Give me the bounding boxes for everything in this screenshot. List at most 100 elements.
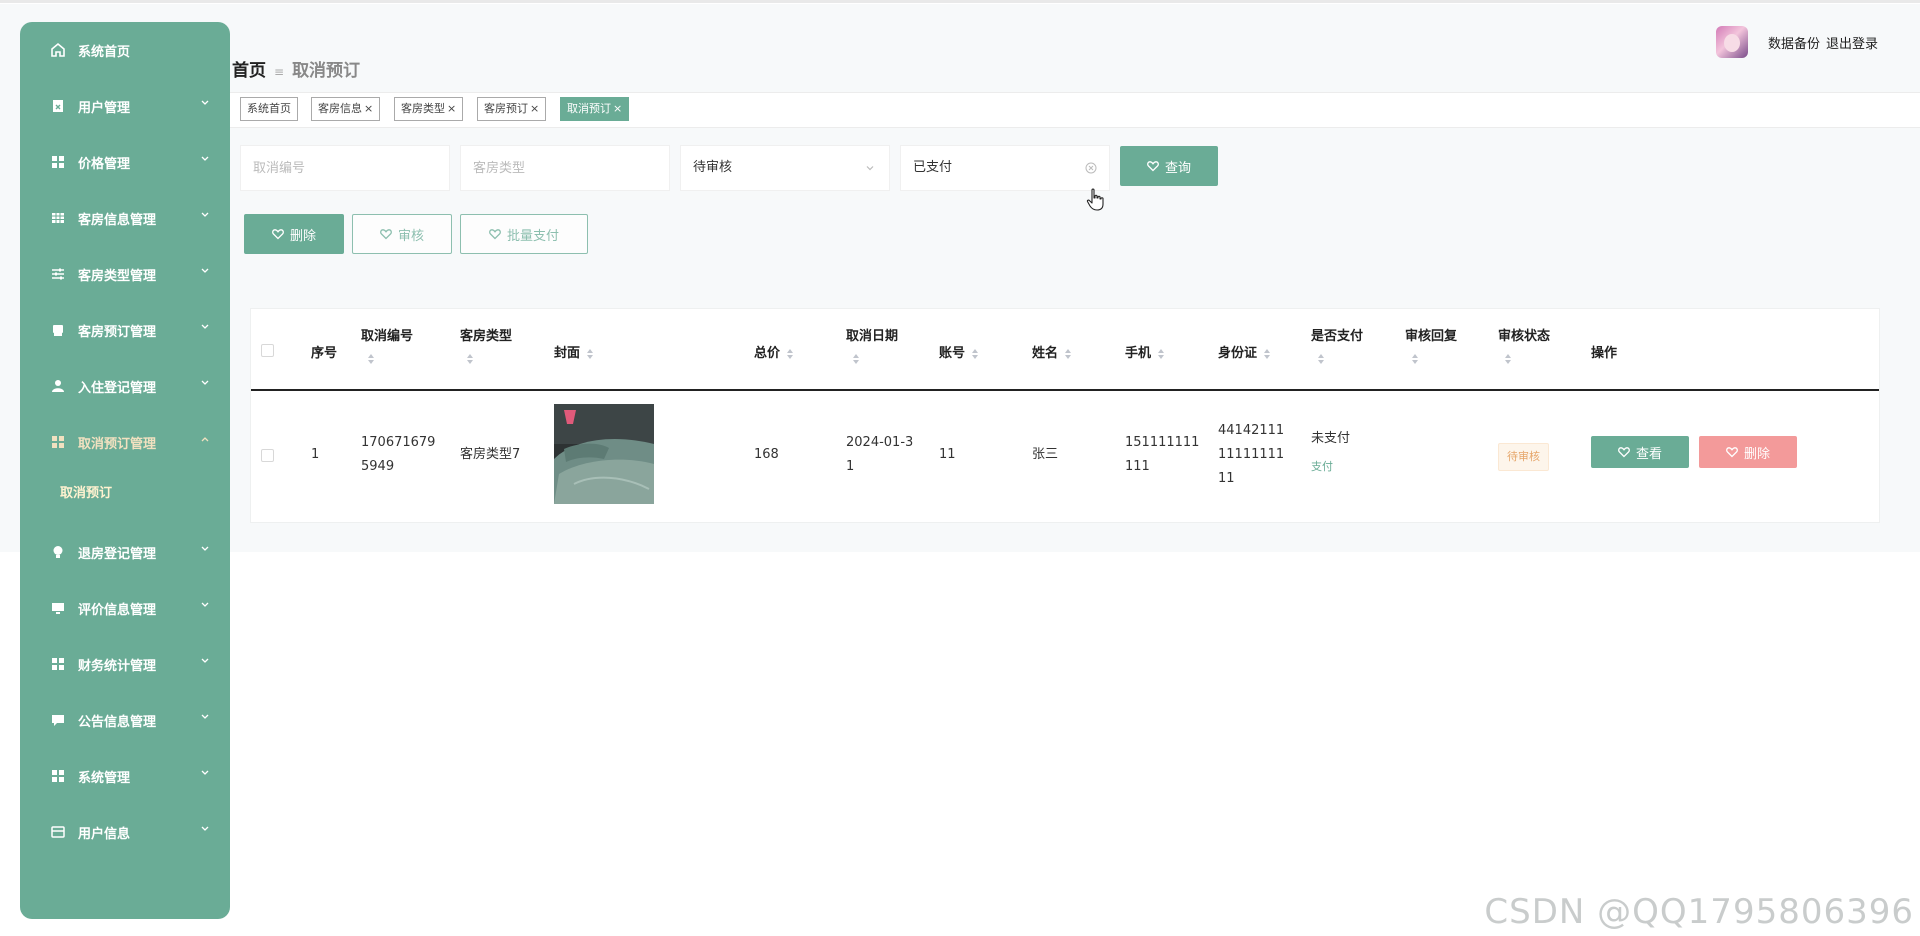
room-type-field xyxy=(460,145,670,191)
top-border xyxy=(0,0,1920,3)
chevron-down-icon xyxy=(200,98,210,108)
batch-pay-label: 批量支付 xyxy=(506,228,559,244)
cell-phone: 151111111 111 xyxy=(1125,431,1199,479)
select-all-checkbox[interactable] xyxy=(261,344,274,357)
sort-icon[interactable] xyxy=(852,353,860,365)
sort-icon[interactable] xyxy=(1411,353,1419,365)
sort-icon[interactable] xyxy=(1317,353,1325,365)
status-badge: 待审核 xyxy=(1498,443,1549,471)
home-icon xyxy=(50,42,66,58)
sort-icon[interactable] xyxy=(971,348,979,360)
logout-link[interactable]: 退出登录 xyxy=(1826,33,1878,52)
cancel-no-field xyxy=(240,145,450,191)
pay-status-value: 已支付 xyxy=(913,160,953,175)
sort-icon[interactable] xyxy=(1263,348,1271,360)
clear-circle-icon[interactable] xyxy=(1085,162,1097,174)
sidebar-item-checkin[interactable]: 入住登记管理 xyxy=(20,358,230,414)
pay-status-select[interactable]: 已支付 xyxy=(900,145,1110,191)
sort-icon[interactable] xyxy=(1504,353,1512,365)
sort-icon[interactable] xyxy=(367,353,375,365)
cell-total: 168 xyxy=(754,447,779,462)
printer-icon xyxy=(50,322,66,338)
sidebar-item-price-manage[interactable]: 价格管理 xyxy=(20,134,230,190)
chevron-down-icon xyxy=(200,600,210,610)
header-name[interactable]: 姓名 xyxy=(1032,342,1072,361)
sidebar-item-cancel-booking[interactable]: 取消预订管理 xyxy=(20,414,230,470)
cover-image[interactable] xyxy=(554,404,654,504)
heart-icon xyxy=(1726,447,1738,458)
batch-pay-button[interactable]: 批量支付 xyxy=(460,214,588,254)
query-label: 查询 xyxy=(1164,160,1191,176)
sort-icon[interactable] xyxy=(1064,348,1072,360)
pay-link[interactable]: 支付 xyxy=(1311,455,1333,479)
sort-icon[interactable] xyxy=(466,353,474,365)
breadcrumb-home[interactable]: 首页 xyxy=(232,61,266,81)
view-button[interactable]: 查看 xyxy=(1591,436,1689,468)
table-icon xyxy=(50,210,66,226)
person-icon xyxy=(50,378,66,394)
header-audit-status[interactable]: 审核状态 xyxy=(1498,325,1550,344)
header-paid[interactable]: 是否支付 xyxy=(1311,325,1363,344)
sidebar-item-room-info[interactable]: 客房信息管理 xyxy=(20,190,230,246)
tag-room-info[interactable]: 客房信息 × xyxy=(311,97,381,121)
cell-index: 1 xyxy=(311,447,320,462)
sidebar-subitem-cancel-booking[interactable]: 取消预订 xyxy=(20,474,230,514)
cell-name: 张三 xyxy=(1032,447,1059,462)
header-id-card-label: 身份证 xyxy=(1218,346,1258,361)
room-type-input[interactable] xyxy=(473,146,643,190)
sidebar-item-room-booking[interactable]: 客房预订管理 xyxy=(20,302,230,358)
header-id-card[interactable]: 身份证 xyxy=(1218,342,1271,361)
row-checkbox[interactable] xyxy=(261,449,274,462)
sort-icon[interactable] xyxy=(1157,348,1165,360)
header-room-type[interactable]: 客房类型 xyxy=(460,325,512,344)
sidebar-item-user-manage[interactable]: 用户管理 xyxy=(20,78,230,134)
grid-icon xyxy=(50,656,66,672)
heart-icon xyxy=(380,229,392,240)
sort-icon[interactable] xyxy=(786,348,794,360)
close-icon[interactable]: × xyxy=(447,102,456,115)
sidebar-item-label: 价格管理 xyxy=(78,156,131,172)
delete-button[interactable]: 删除 xyxy=(244,214,344,254)
sidebar-item-notice[interactable]: 公告信息管理 xyxy=(20,692,230,748)
tag-system-home[interactable]: 系统首页 xyxy=(240,97,298,121)
sort-icon[interactable] xyxy=(586,348,594,360)
close-icon[interactable]: × xyxy=(530,102,539,115)
row-delete-button[interactable]: 删除 xyxy=(1699,436,1797,468)
header-cancel-date[interactable]: 取消日期 xyxy=(846,325,898,344)
backup-link[interactable]: 数据备份 xyxy=(1768,33,1820,52)
sidebar-item-review[interactable]: 评价信息管理 xyxy=(20,580,230,636)
header-account[interactable]: 账号 xyxy=(939,342,979,361)
cancel-no-input[interactable] xyxy=(253,146,423,190)
audit-label: 审核 xyxy=(397,228,424,244)
tag-cancel-booking[interactable]: 取消预订 × xyxy=(560,97,630,121)
sidebar-item-finance[interactable]: 财务统计管理 xyxy=(20,636,230,692)
header-cover[interactable]: 封面 xyxy=(554,342,594,361)
sidebar-item-room-type[interactable]: 客房类型管理 xyxy=(20,246,230,302)
chevron-down-icon xyxy=(200,824,210,834)
header-audit-reply[interactable]: 审核回复 xyxy=(1405,325,1457,344)
view-label: 查看 xyxy=(1635,446,1662,462)
tag-room-type[interactable]: 客房类型 × xyxy=(394,97,464,121)
sidebar-item-label: 用户管理 xyxy=(78,100,131,116)
cell-id-line1: 44142111 xyxy=(1218,423,1285,438)
header-operation: 操作 xyxy=(1591,346,1618,361)
sidebar-item-system[interactable]: 系统管理 xyxy=(20,748,230,804)
sidebar-item-user-info[interactable]: 用户信息 xyxy=(20,804,230,860)
tag-label: 客房预订 xyxy=(484,102,528,115)
tag-room-booking[interactable]: 客房预订 × xyxy=(477,97,547,121)
header-cancel-no[interactable]: 取消编号 xyxy=(361,325,413,344)
close-icon[interactable]: × xyxy=(613,102,622,115)
cell-id-card: 44142111 11111111 11 xyxy=(1218,419,1284,491)
audit-button[interactable]: 审核 xyxy=(352,214,452,254)
header-phone[interactable]: 手机 xyxy=(1125,342,1165,361)
sidebar-item-checkout[interactable]: 退房登记管理 xyxy=(20,524,230,580)
header-total[interactable]: 总价 xyxy=(754,342,794,361)
sidebar-item-home[interactable]: 系统首页 xyxy=(20,22,230,78)
query-button[interactable]: 查询 xyxy=(1120,146,1218,186)
chat-icon xyxy=(50,712,66,728)
heart-icon xyxy=(1147,161,1159,172)
audit-status-select[interactable]: 待审核 xyxy=(680,145,890,191)
sidebar: 系统首页 用户管理 价格管理 客房信息管理 客房类型管理 客房预订管理 入住登记… xyxy=(20,22,230,919)
close-icon[interactable]: × xyxy=(364,102,373,115)
sidebar-item-label: 用户信息 xyxy=(78,826,131,842)
